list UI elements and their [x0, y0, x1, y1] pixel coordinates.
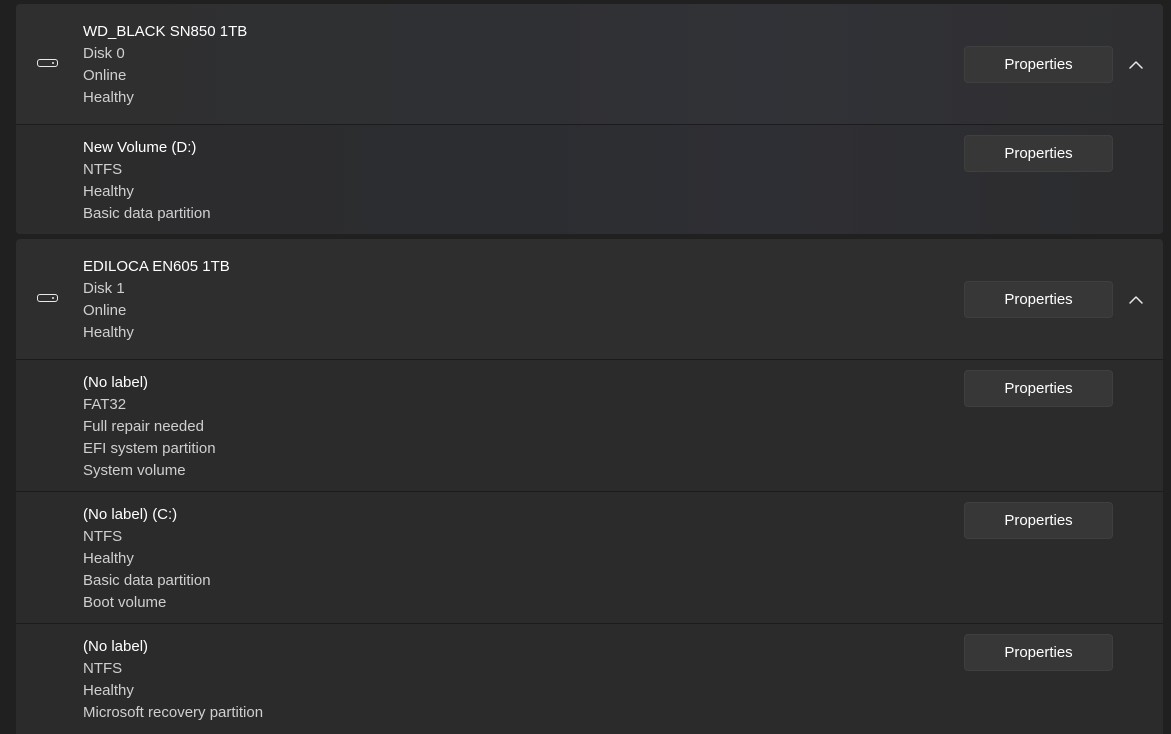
- disk-health: Healthy: [83, 324, 134, 341]
- volume-row: New Volume (D:) NTFS Healthy Basic data …: [16, 124, 1163, 234]
- disk-name: EDILOCA EN605 1TB: [83, 258, 230, 275]
- disks-volumes-page: WD_BLACK SN850 1TB Disk 0 Online Healthy…: [0, 0, 1171, 734]
- disk-number: Disk 1: [83, 280, 125, 297]
- volume-properties-button[interactable]: Properties: [964, 502, 1113, 539]
- disk-health: Healthy: [83, 89, 134, 106]
- disk-card: WD_BLACK SN850 1TB Disk 0 Online Healthy…: [16, 4, 1163, 234]
- volume-row: (No label) NTFS Healthy Microsoft recove…: [16, 623, 1163, 734]
- volume-partition-type: Basic data partition: [83, 572, 211, 589]
- volume-health: Healthy: [83, 682, 134, 699]
- volume-role: Boot volume: [83, 594, 167, 611]
- chevron-up-icon[interactable]: [1126, 55, 1146, 75]
- disk-card: EDILOCA EN605 1TB Disk 1 Online Healthy …: [16, 239, 1163, 734]
- disk-properties-button[interactable]: Properties: [964, 281, 1113, 318]
- volume-health: Healthy: [83, 183, 134, 200]
- volume-name: (No label) (C:): [83, 506, 178, 523]
- volume-filesystem: NTFS: [83, 161, 123, 178]
- volume-health: Healthy: [83, 550, 134, 567]
- volume-row: (No label) FAT32 Full repair needed EFI …: [16, 359, 1163, 492]
- volume-name: (No label): [83, 638, 149, 655]
- disk-status: Online: [83, 302, 127, 319]
- volume-partition-type: Basic data partition: [83, 205, 211, 222]
- volume-role: System volume: [83, 462, 186, 479]
- volume-properties-button[interactable]: Properties: [964, 370, 1113, 407]
- volume-partition-type: EFI system partition: [83, 440, 216, 457]
- volume-filesystem: NTFS: [83, 528, 123, 545]
- disk-status: Online: [83, 67, 127, 84]
- volume-name: New Volume (D:): [83, 139, 197, 156]
- disk-header-row[interactable]: EDILOCA EN605 1TB Disk 1 Online Healthy …: [16, 239, 1163, 359]
- disk-header-row[interactable]: WD_BLACK SN850 1TB Disk 0 Online Healthy…: [16, 4, 1163, 124]
- drive-icon: [37, 294, 58, 302]
- volume-properties-button[interactable]: Properties: [964, 634, 1113, 671]
- volume-row: (No label) (C:) NTFS Healthy Basic data …: [16, 491, 1163, 624]
- volume-filesystem: NTFS: [83, 660, 123, 677]
- volume-properties-button[interactable]: Properties: [964, 135, 1113, 172]
- volume-health: Full repair needed: [83, 418, 204, 435]
- disk-name: WD_BLACK SN850 1TB: [83, 23, 248, 40]
- volume-partition-type: Microsoft recovery partition: [83, 704, 264, 721]
- disk-properties-button[interactable]: Properties: [964, 46, 1113, 83]
- chevron-up-icon[interactable]: [1126, 290, 1146, 310]
- volume-name: (No label): [83, 374, 149, 391]
- disk-number: Disk 0: [83, 45, 125, 62]
- volume-filesystem: FAT32: [83, 396, 127, 413]
- drive-icon: [37, 59, 58, 67]
